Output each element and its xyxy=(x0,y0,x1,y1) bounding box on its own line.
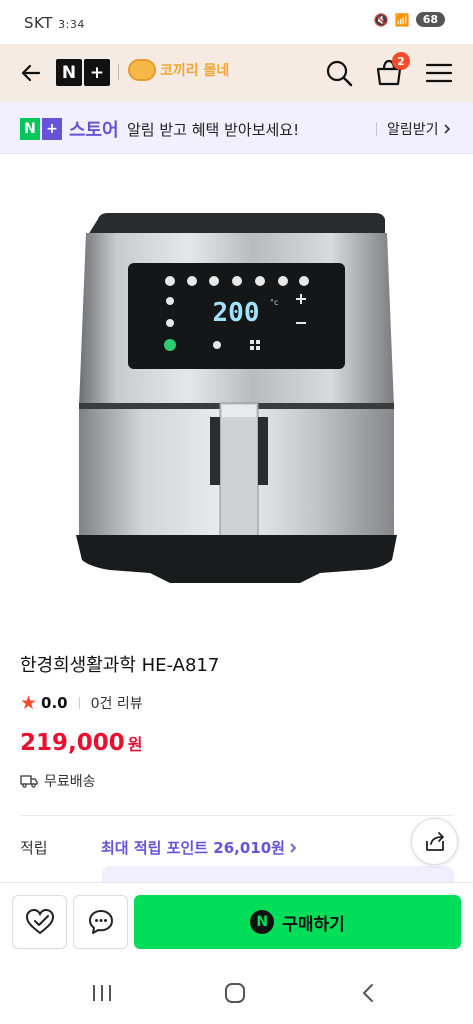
review-count: 0건 리뷰 xyxy=(90,696,143,712)
status-bar: SKT 3:34 🔇 📶 68 xyxy=(0,0,473,44)
product-image[interactable]: 200 °c xyxy=(0,155,473,625)
logo-n: N xyxy=(56,59,82,86)
arrow-left-icon xyxy=(21,64,41,82)
home-icon xyxy=(225,983,245,1003)
star-icon: ★ xyxy=(20,692,38,714)
truck-icon xyxy=(20,775,38,788)
product-price: 219,000 원 xyxy=(20,730,143,756)
rating-score: 0.0 xyxy=(41,694,68,712)
hamburger-menu-icon xyxy=(425,63,453,83)
notice-divider xyxy=(376,122,377,136)
display-temperature: 200 xyxy=(213,298,260,328)
logo-plus: + xyxy=(84,59,110,86)
chat-bubble-icon xyxy=(88,910,113,934)
status-icons: 🔇 📶 68 xyxy=(374,12,445,27)
shipping-info: 무료배송 xyxy=(20,771,96,791)
share-button[interactable] xyxy=(411,818,458,865)
nstore-n: N xyxy=(20,118,40,140)
status-carrier-time: SKT 3:34 xyxy=(24,14,85,32)
notification-subscribe-link[interactable]: 알림받기 xyxy=(387,119,452,139)
header-divider xyxy=(118,64,119,80)
chevron-left-icon xyxy=(363,984,373,1002)
back-button[interactable] xyxy=(14,56,48,90)
naver-plus-logo[interactable]: N + xyxy=(56,59,110,86)
system-back-button[interactable] xyxy=(356,982,380,1004)
elephant-logo-icon xyxy=(128,59,156,81)
max-points-link[interactable]: 최대 적립 포인트 26,010원 xyxy=(101,837,298,858)
buy-label: 구매하기 xyxy=(282,914,345,935)
product-rating[interactable]: ★ 0.0 0건 리뷰 xyxy=(20,692,143,714)
price-value: 219,000 xyxy=(20,730,125,756)
air-fryer-illustration: 200 °c xyxy=(76,213,397,583)
carrier-name: SKT xyxy=(24,14,53,32)
points-row: 적립 최대 적립 포인트 26,010원 xyxy=(20,836,460,860)
notice-link-label: 알림받기 xyxy=(387,122,439,138)
cart-count-badge: 2 xyxy=(392,52,410,70)
battery-icon: 68 xyxy=(415,12,445,27)
wishlist-button[interactable] xyxy=(12,895,67,949)
chevron-right-icon xyxy=(290,842,297,853)
heart-check-icon xyxy=(25,908,54,935)
recent-apps-button[interactable] xyxy=(88,982,116,1004)
menu-button[interactable] xyxy=(422,56,456,90)
system-nav-bar xyxy=(0,960,473,1024)
price-unit: 원 xyxy=(127,735,143,754)
section-divider xyxy=(20,815,453,816)
recent-apps-icon xyxy=(93,985,111,1001)
shipping-label: 무료배송 xyxy=(44,774,96,790)
share-icon xyxy=(425,831,444,851)
rating-divider xyxy=(78,697,80,709)
app-header: N + 코끼리 몰네 2 xyxy=(0,44,473,102)
display-unit: °c xyxy=(270,298,278,307)
store-name: 코끼리 몰네 xyxy=(160,63,230,79)
buy-button[interactable]: N 구매하기 xyxy=(134,895,461,949)
home-button[interactable] xyxy=(222,982,248,1004)
notification-banner: N + 스토어 알림 받고 혜택 받아보세요! 알림받기 xyxy=(0,102,473,154)
wifi-icon: 📶 xyxy=(394,12,410,27)
nstore-plus: + xyxy=(42,118,62,140)
chevron-right-icon xyxy=(443,124,450,134)
talktalk-button[interactable] xyxy=(73,895,128,949)
nstore-logo: N + 스토어 xyxy=(20,116,119,142)
nstore-text: 스토어 xyxy=(69,120,119,141)
product-title: 한경희생활과학 HE-A817 xyxy=(20,655,220,676)
mute-icon: 🔇 xyxy=(373,12,389,27)
points-value: 최대 적립 포인트 26,010원 xyxy=(101,839,285,857)
npay-icon: N xyxy=(250,910,275,934)
notice-message: 알림 받고 혜택 받아보세요! xyxy=(127,121,300,139)
purchase-action-bar: N 구매하기 xyxy=(0,882,473,960)
store-logo[interactable]: 코끼리 몰네 xyxy=(128,59,229,81)
search-icon xyxy=(326,60,353,87)
search-button[interactable] xyxy=(322,56,356,90)
clock: 3:34 xyxy=(58,18,85,31)
points-label: 적립 xyxy=(20,839,48,857)
